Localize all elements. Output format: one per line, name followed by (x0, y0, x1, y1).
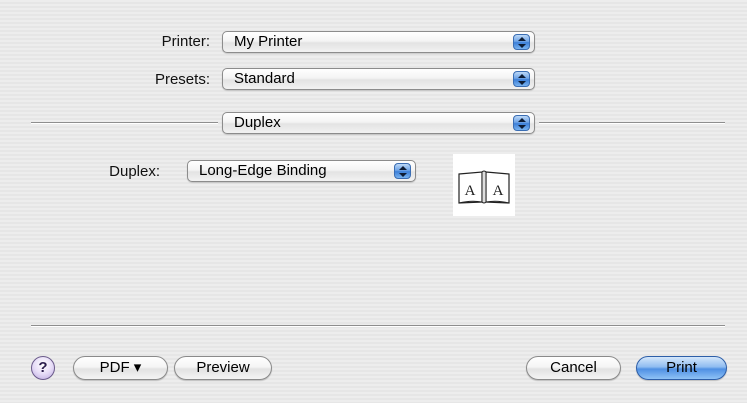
print-button[interactable]: Print (636, 356, 727, 380)
duplex-popup-value: Long-Edge Binding (199, 162, 327, 179)
printer-popup[interactable]: My Printer (222, 31, 535, 53)
panel-popup[interactable]: Duplex (222, 112, 535, 134)
presets-label: Presets: (154, 71, 210, 88)
popup-arrows-icon (394, 163, 411, 179)
presets-popup[interactable]: Standard (222, 68, 535, 90)
printer-label: Printer: (161, 33, 210, 50)
panel-popup-value: Duplex (234, 114, 281, 131)
popup-arrows-icon (513, 115, 530, 131)
popup-arrows-icon (513, 71, 530, 87)
duplex-popup[interactable]: Long-Edge Binding (187, 160, 416, 182)
preview-button[interactable]: Preview (174, 356, 272, 380)
printer-popup-value: My Printer (234, 33, 303, 50)
long-edge-binding-book-icon: A A (453, 154, 515, 216)
duplex-label: Duplex: (109, 163, 160, 180)
cancel-button[interactable]: Cancel (526, 356, 621, 380)
pdf-button[interactable]: PDF ▾ (73, 356, 168, 380)
separator-right (539, 122, 725, 124)
separator-left (31, 122, 218, 124)
help-button[interactable]: ? (31, 356, 55, 380)
binding-letter-left: A (465, 183, 476, 199)
presets-popup-value: Standard (234, 70, 295, 87)
bottom-separator (31, 325, 725, 327)
popup-arrows-icon (513, 34, 530, 50)
binding-letter-right: A (493, 183, 504, 199)
